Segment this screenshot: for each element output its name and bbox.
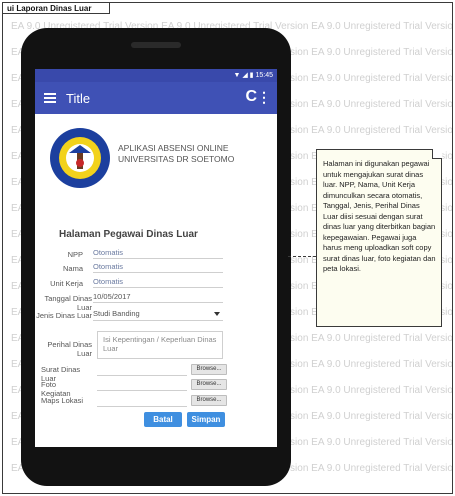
tanggal-field[interactable]: 10/05/2017 [93,292,223,303]
tanggal-label: Tanggal Dinas Luar [44,294,92,312]
foto-file-input[interactable] [97,380,187,391]
simpan-button[interactable]: Simpan [187,412,225,427]
phone-device: ▼ ◢ ▮ 15:45 Title C ⋮ APLIKASI ABSENSI O… [21,28,291,486]
page-title: Halaman Pegawai Dinas Luar [59,229,198,240]
maps-label: Maps Lokasi [41,396,84,405]
foto-browse-button[interactable]: Browse... [191,379,227,390]
npp-label: NPP [67,250,83,259]
nama-field: Otomatis [93,262,223,273]
phone-speaker [131,42,181,48]
phone-screen: ▼ ◢ ▮ 15:45 Title C ⋮ APLIKASI ABSENSI O… [35,69,277,447]
more-vert-icon[interactable]: ⋮ [257,89,271,106]
nama-label: Nama [62,264,83,273]
university-logo [50,128,110,188]
status-time: 15:45 [255,72,273,79]
jenis-select[interactable]: Studi Banding [93,309,223,321]
annotation-note: Halaman ini digunakan pegawai untuk meng… [316,149,442,327]
signal-icon: ▼ ◢ ▮ [233,72,254,79]
status-bar: ▼ ◢ ▮ 15:45 [35,69,277,82]
unit-kerja-label: Unit Kerja [50,279,83,288]
app-name: APLIKASI ABSENSI ONLINE UNIVERSITAS DR S… [118,143,235,164]
maps-browse-button[interactable]: Browse... [191,395,227,406]
perihal-textarea[interactable]: Isi Kepentingan / Keperluan Dinas Luar [97,331,223,359]
app-bar: Title C ⋮ [35,82,277,114]
maps-file-input[interactable] [97,396,187,407]
dropdown-arrow-icon [214,312,220,316]
jenis-selected: Studi Banding [93,309,140,318]
app-title: Title [66,91,91,106]
npp-field: Otomatis [93,248,223,259]
surat-browse-button[interactable]: Browse... [191,364,227,375]
note-text: Halaman ini digunakan pegawai untuk meng… [323,159,436,273]
menu-icon[interactable] [44,93,56,103]
refresh-icon[interactable]: C [245,88,257,106]
jenis-label: Jenis Dinas Luar [36,311,92,320]
perihal-label: Perihal Dinas Luar [47,340,92,358]
surat-file-input[interactable] [97,365,187,376]
batal-button[interactable]: Batal [144,412,182,427]
note-connector [288,256,316,257]
note-fold [432,149,442,159]
unit-kerja-field: Otomatis [93,277,223,288]
